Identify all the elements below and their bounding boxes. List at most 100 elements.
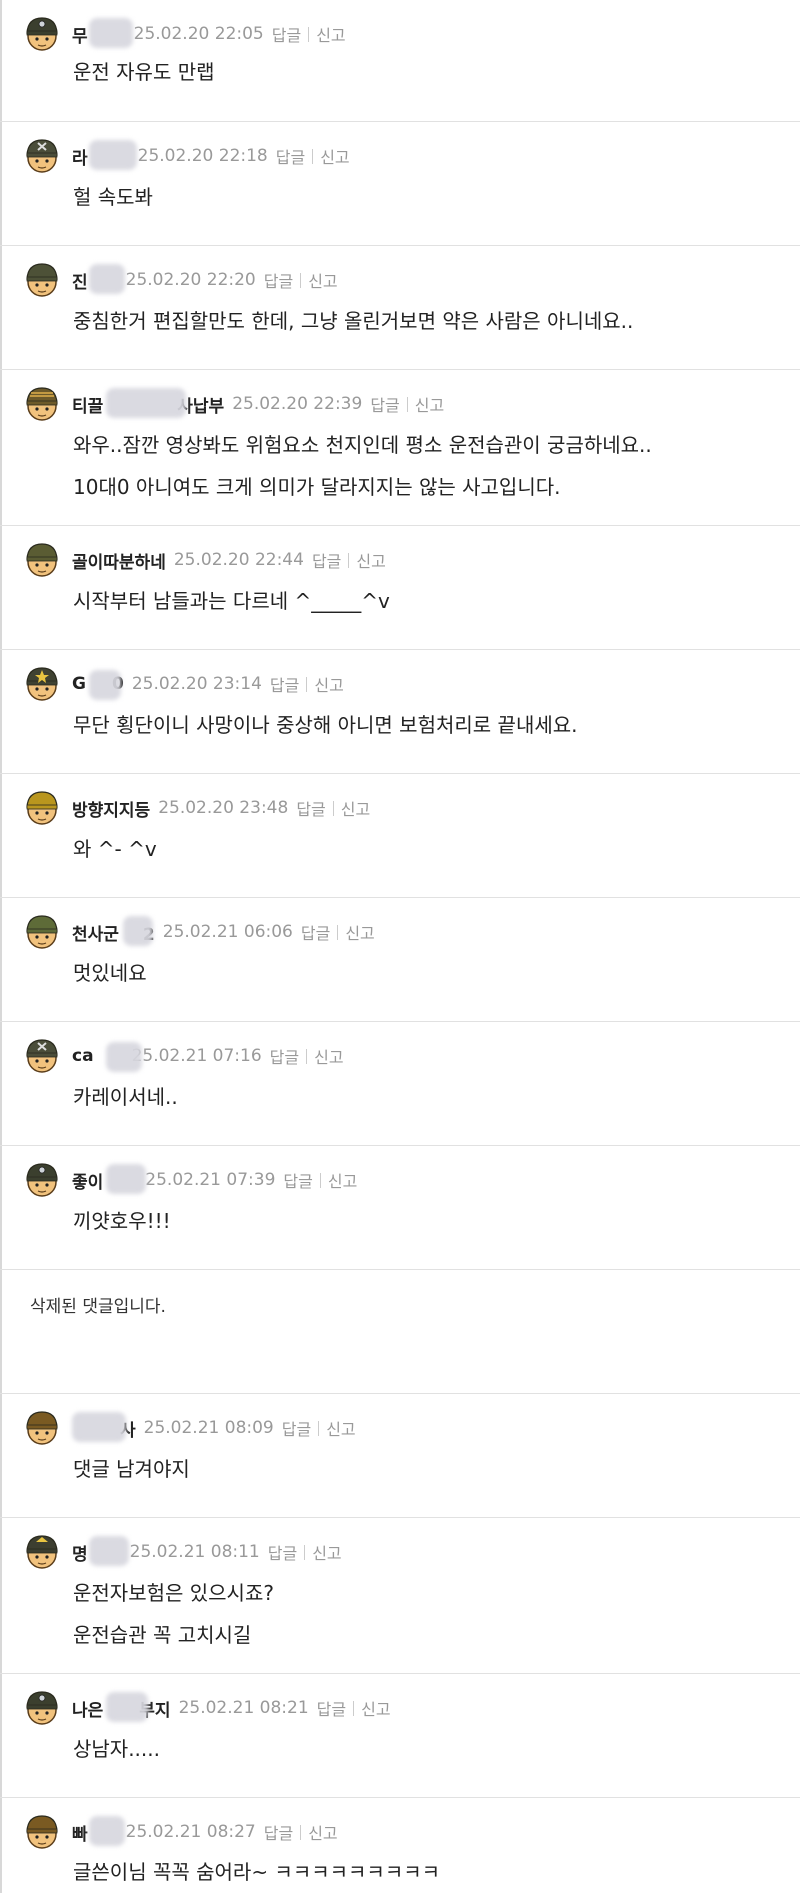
avatar-icon[interactable]	[22, 260, 62, 300]
comment-text: 카레이서네..	[73, 1085, 178, 1109]
report-button[interactable]: 신고	[345, 920, 374, 944]
report-button[interactable]: 신고	[316, 22, 345, 46]
comment-text: 멋있네요	[73, 961, 147, 985]
comment-item: 진 25.02.20 22:20 답글 신고 중침한거 편집할만도 한데, 그냥 올린거…	[0, 246, 800, 370]
avatar-icon[interactable]	[22, 1532, 62, 1572]
comment-header: 무 25.02.20 22:05 답글 신고	[22, 14, 346, 54]
avatar-icon[interactable]	[22, 1036, 62, 1076]
author-name[interactable]: ca	[72, 1042, 142, 1072]
reply-button[interactable]: 답글	[272, 22, 301, 46]
comment-text: 운전습관 꼭 고치시길	[73, 1623, 252, 1647]
avatar-icon[interactable]	[22, 664, 62, 704]
avatar-icon[interactable]	[22, 912, 62, 952]
author-redaction-blur	[123, 915, 153, 946]
report-button[interactable]: 신고	[341, 796, 370, 820]
comment-item: ca 25.02.21 07:16 답글 신고카레이서네..	[0, 1022, 800, 1146]
reply-button[interactable]: 답글	[296, 796, 325, 820]
report-button[interactable]: 신고	[328, 1168, 357, 1192]
meta-divider	[306, 1048, 308, 1064]
avatar-icon[interactable]	[22, 1408, 62, 1448]
comment-date: 25.02.20 22:05	[133, 24, 264, 44]
report-button[interactable]: 신고	[415, 392, 444, 416]
author-name-visible: ca	[72, 1046, 94, 1066]
reply-button[interactable]: 답글	[370, 392, 399, 416]
comment-item: 방향지지등 25.02.20 23:48 답글 신고와 ^- ^v	[0, 774, 800, 898]
comment-header: G0 25.02.20 23:14 답글 신고	[22, 664, 344, 704]
author-name[interactable]: 방향지지등	[72, 796, 150, 821]
author-redaction-blur	[106, 1042, 142, 1072]
comment-date: 25.02.21 08:27	[125, 1822, 256, 1842]
report-button[interactable]: 신고	[320, 144, 349, 168]
avatar-icon[interactable]	[22, 384, 62, 424]
reply-button[interactable]: 답글	[270, 672, 299, 696]
comment-text: 10대0 아니여도 크게 의미가 달라지지는 않는 사고입니다.	[73, 475, 561, 499]
author-name[interactable]: 진	[72, 263, 125, 294]
avatar-icon[interactable]	[22, 540, 62, 580]
comment-text: 끼얏호우!!!	[73, 1209, 171, 1233]
author-name[interactable]: 명	[72, 1535, 129, 1566]
meta-divider	[332, 800, 334, 816]
comment-text: 글쓴이님 꼭꼭 숨어라~ ㅋㅋㅋㅋㅋㅋㅋㅋㅋ	[73, 1860, 441, 1884]
author-name[interactable]: 천사군2	[72, 915, 155, 946]
author-name[interactable]: 라	[72, 139, 137, 170]
report-button[interactable]: 신고	[312, 1540, 341, 1564]
avatar-icon[interactable]	[22, 1688, 62, 1728]
avatar-icon[interactable]	[22, 1160, 62, 1200]
author-redaction-blur	[89, 1815, 125, 1846]
reply-button[interactable]: 답글	[312, 548, 341, 572]
avatar-icon[interactable]	[22, 136, 62, 176]
comment-text: 와우..잠깐 영상봐도 위험요소 천지인데 평소 운전습관이 궁금하네요..	[73, 433, 652, 457]
comment-item: G0 25.02.20 23:14 답글 신고무단 횡단이니 사망이나 중상해 아니면…	[0, 650, 800, 774]
comment-header: 라 25.02.20 22:18 답글 신고	[22, 136, 350, 176]
meta-divider	[348, 552, 350, 568]
report-button[interactable]: 신고	[361, 1696, 390, 1720]
deleted-comment-text: 삭제된 댓글입니다.	[30, 1297, 166, 1317]
meta-divider	[337, 924, 339, 940]
reply-button[interactable]: 답글	[317, 1696, 346, 1720]
comment-item: 티끌 사납부 25.02.20 22:39 답글 신고와우..잠깐 영상봐도 위험요소 …	[0, 370, 800, 526]
meta-divider	[306, 676, 308, 692]
reply-button[interactable]: 답글	[268, 1540, 297, 1564]
meta-divider	[308, 26, 310, 42]
reply-button[interactable]: 답글	[264, 268, 293, 292]
comment-header: 명 25.02.21 08:11 답글 신고	[22, 1532, 342, 1572]
report-button[interactable]: 신고	[326, 1416, 355, 1440]
comment-header: 티끌 사납부 25.02.20 22:39 답글 신고	[22, 384, 444, 424]
report-button[interactable]: 신고	[314, 1044, 343, 1068]
author-name[interactable]: 사	[72, 1411, 136, 1442]
report-button[interactable]: 신고	[308, 1820, 337, 1844]
comment-item: 나은 부지 25.02.21 08:21 답글 신고 상남자.....	[0, 1674, 800, 1798]
comment-text: 와 ^- ^v	[73, 837, 157, 861]
report-button[interactable]: 신고	[308, 268, 337, 292]
author-name[interactable]: 티끌 사납부	[72, 387, 224, 418]
comment-header: 진 25.02.20 22:20 답글 신고	[22, 260, 338, 300]
author-name-visible: 나은	[72, 1700, 104, 1721]
report-button[interactable]: 신고	[314, 672, 343, 696]
author-name[interactable]: 나은 부지	[72, 1691, 171, 1722]
report-button[interactable]: 신고	[356, 548, 385, 572]
author-name[interactable]: G0	[72, 670, 124, 700]
reply-button[interactable]: 답글	[264, 1820, 293, 1844]
avatar-icon[interactable]	[22, 788, 62, 828]
author-name[interactable]: 빠	[72, 1815, 125, 1846]
comment-text: 무단 횡단이니 사망이나 중상해 아니면 보험처리로 끝내세요.	[73, 713, 578, 737]
avatar-icon[interactable]	[22, 1812, 62, 1852]
author-redaction-blur	[106, 1163, 146, 1194]
author-name[interactable]: 무	[72, 17, 133, 48]
comment-item: 골이따분하네 25.02.20 22:44 답글 신고 시작부터 남들과는 다르네 ^_…	[0, 526, 800, 650]
reply-button[interactable]: 답글	[270, 1044, 299, 1068]
author-name[interactable]: 좋이	[72, 1163, 146, 1194]
author-name-visible: 무	[72, 26, 88, 47]
reply-button[interactable]: 답글	[301, 920, 330, 944]
meta-divider	[300, 1824, 302, 1840]
author-name[interactable]: 골이따분하네	[72, 548, 166, 573]
avatar-icon[interactable]	[22, 14, 62, 54]
reply-button[interactable]: 답글	[283, 1168, 312, 1192]
comment-date: 25.02.20 22:39	[232, 394, 363, 414]
comment-date: 25.02.20 23:48	[158, 798, 289, 818]
comment-date: 25.02.21 06:06	[162, 922, 293, 942]
comment-date: 25.02.21 07:16	[131, 1046, 262, 1066]
author-name-visible: 티끌	[72, 396, 104, 417]
reply-button[interactable]: 답글	[282, 1416, 311, 1440]
reply-button[interactable]: 답글	[276, 144, 305, 168]
